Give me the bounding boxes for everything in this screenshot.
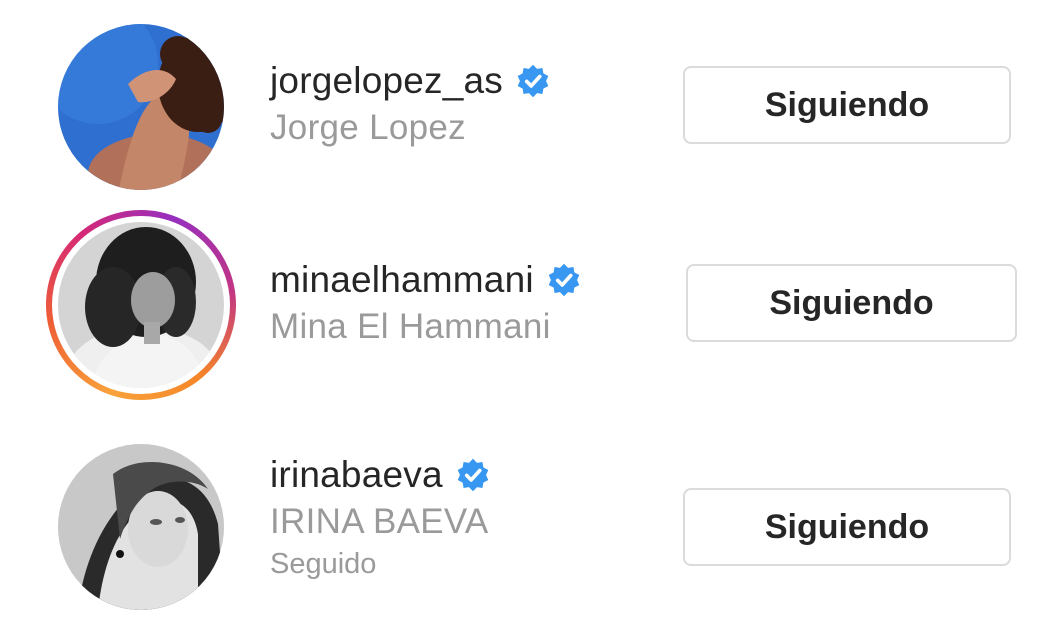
avatar[interactable]: [58, 222, 224, 388]
following-list: jorgelopez_as Jorge Lopez Siguiendo mina…: [0, 0, 1059, 620]
verified-badge-icon: [517, 64, 549, 98]
list-item: minaelhammani Mina El Hammani Siguiendo: [0, 210, 1059, 400]
followed-status: Seguido: [270, 548, 377, 580]
full-name: Mina El Hammani: [270, 307, 551, 346]
verified-badge-icon: [548, 263, 580, 297]
list-item: jorgelopez_as Jorge Lopez Siguiendo: [0, 14, 1059, 194]
avatar[interactable]: [58, 24, 224, 190]
full-name: Jorge Lopez: [270, 108, 466, 147]
username[interactable]: minaelhammani: [270, 259, 534, 301]
following-button[interactable]: Siguiendo: [683, 488, 1011, 566]
username[interactable]: irinabaeva: [270, 454, 443, 496]
following-button[interactable]: Siguiendo: [686, 264, 1017, 342]
full-name: IRINA BAEVA: [270, 502, 489, 541]
following-button[interactable]: Siguiendo: [683, 66, 1011, 144]
username[interactable]: jorgelopez_as: [270, 60, 503, 102]
avatar[interactable]: [58, 444, 224, 610]
list-item: irinabaeva IRINA BAEVA Seguido Siguiendo: [0, 436, 1059, 616]
verified-badge-icon: [457, 458, 489, 492]
